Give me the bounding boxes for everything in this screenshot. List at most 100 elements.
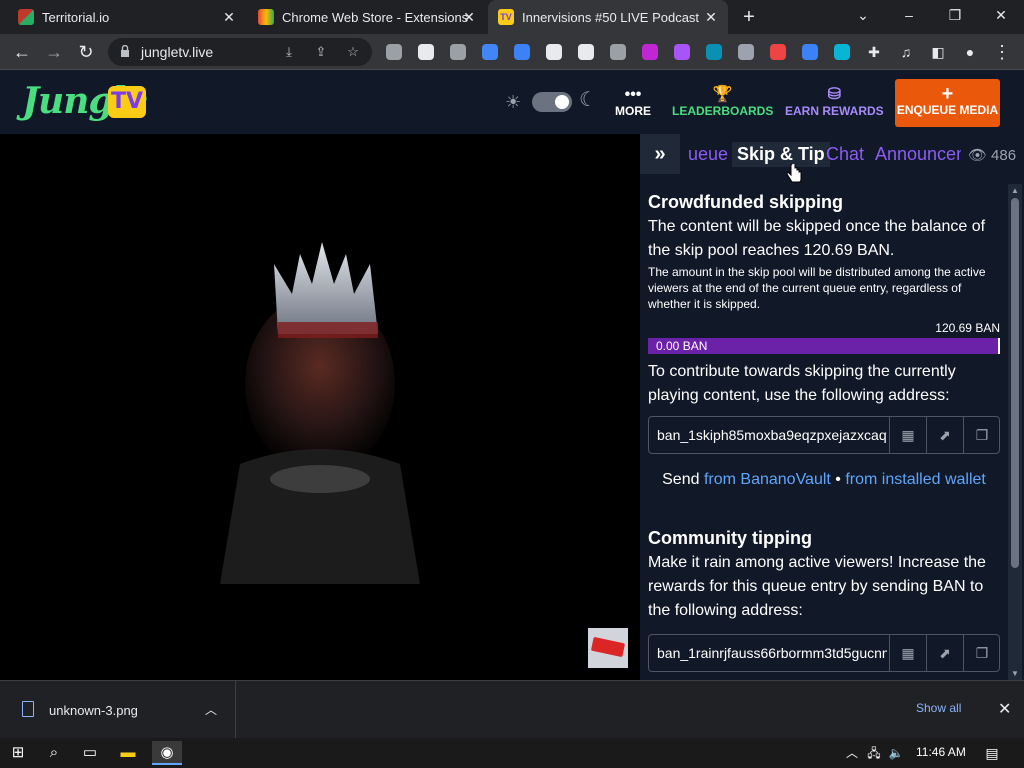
extension-icon[interactable]: [674, 44, 690, 60]
browser-toolbar: ← → ↻ jungletv.live ⤓ ⇪ ☆ ✚ ♫ ◧ ● ⋮: [0, 34, 1024, 70]
extension-icon[interactable]: [706, 44, 722, 60]
scroll-down-icon[interactable]: ▼: [1011, 669, 1019, 678]
skip-current-label: 0.00 BAN: [656, 339, 708, 353]
forward-arrow-icon[interactable]: →: [42, 40, 66, 64]
leaderboards-button[interactable]: 🏆 LEADERBOARDS: [672, 86, 773, 118]
extension-icon[interactable]: [514, 44, 530, 60]
toggle-knob: [555, 95, 569, 109]
open-external-icon[interactable]: ⬈: [926, 635, 963, 671]
extension-icon[interactable]: [578, 44, 594, 60]
skip-note: The amount in the skip pool will be dist…: [648, 265, 986, 311]
side-panel-icon[interactable]: ◧: [926, 40, 950, 64]
tab-innervisions[interactable]: TV Innervisions #50 LIVE Podcast - D ✕: [488, 0, 728, 34]
windows-start-icon[interactable]: ⊞: [6, 741, 30, 765]
restore-button[interactable]: ❐: [932, 0, 978, 30]
territorial-favicon-icon: [18, 9, 34, 25]
extension-icon[interactable]: [482, 44, 498, 60]
show-all-button[interactable]: Show all: [916, 701, 961, 715]
close-tab-icon[interactable]: ✕: [460, 8, 478, 26]
address-bar[interactable]: jungletv.live ⤓ ⇪ ☆: [108, 38, 372, 66]
download-file-name: unknown-3.png: [49, 703, 138, 718]
chrome-taskbar-icon[interactable]: ◉: [152, 741, 182, 765]
extension-icon[interactable]: [546, 44, 562, 60]
sun-icon: ☀: [505, 92, 522, 112]
share-icon[interactable]: ⇪: [312, 43, 330, 61]
trophy-icon: 🏆: [712, 86, 733, 103]
media-control-icon[interactable]: ♫: [894, 40, 918, 64]
skip-address-field[interactable]: ban_1skiph85moxba9eqzpxejazxcaqfe: [657, 427, 887, 443]
install-app-icon[interactable]: ⤓: [280, 43, 298, 61]
jungletv-favicon-icon: TV: [498, 9, 514, 25]
crown-band: [278, 322, 378, 338]
panel-scrollbar[interactable]: ▲ ▼: [1008, 184, 1022, 680]
copy-icon[interactable]: ❐: [963, 417, 1000, 453]
video-player[interactable]: [0, 134, 640, 680]
scrollbar-thumb[interactable]: [1011, 198, 1019, 568]
tab-queue[interactable]: ueue: [688, 144, 728, 165]
volume-icon[interactable]: 🔈: [884, 741, 908, 765]
necklace-shape: [270, 465, 370, 493]
download-item[interactable]: unknown-3.png ︿: [0, 681, 236, 739]
tipping-address-row: ban_1rainrjfauss66rbormm3td5gucnm ▦ ⬈ ❐: [648, 634, 1000, 672]
leaderboards-label: LEADERBOARDS: [672, 104, 774, 118]
bananovault-link[interactable]: from BananoVault: [704, 471, 831, 488]
tab-chrome-web-store[interactable]: Chrome Web Store - Extensions ✕: [248, 0, 486, 34]
minimize-button[interactable]: –: [886, 0, 932, 30]
more-button[interactable]: ••• MORE: [615, 86, 651, 118]
extension-icon[interactable]: [450, 44, 466, 60]
tab-territorial[interactable]: Territorial.io ✕: [8, 0, 246, 34]
close-window-button[interactable]: ✕: [978, 0, 1024, 30]
send-options: Send from BananoVault • from installed w…: [640, 471, 1008, 489]
search-icon[interactable]: ⌕: [42, 741, 66, 765]
network-icon[interactable]: 🖧: [862, 741, 886, 765]
tab-skip-tip[interactable]: Skip & Tip: [732, 142, 830, 167]
extension-icon[interactable]: [642, 44, 658, 60]
extension-icon[interactable]: [610, 44, 626, 60]
logo-tv-badge[interactable]: TV: [108, 86, 146, 118]
collapse-panel-icon[interactable]: »: [640, 134, 680, 174]
tab-search-icon[interactable]: ⌄: [840, 0, 886, 30]
skip-description: The content will be skipped once the bal…: [648, 218, 986, 259]
extension-icon[interactable]: [418, 44, 434, 60]
tab-chat[interactable]: Chat: [826, 144, 864, 165]
extension-icon[interactable]: [738, 44, 754, 60]
send-prefix: Send: [662, 471, 700, 488]
close-downloads-icon[interactable]: ✕: [998, 699, 1011, 719]
reload-icon[interactable]: ↻: [74, 40, 98, 64]
new-tab-button[interactable]: +: [738, 6, 760, 28]
skip-address-row: ban_1skiph85moxba9eqzpxejazxcaqfe ▦ ⬈ ❐: [648, 416, 1000, 454]
puzzle-extensions-icon[interactable]: ✚: [862, 40, 886, 64]
close-tab-icon[interactable]: ✕: [702, 8, 720, 26]
skip-title: Crowdfunded skipping: [648, 192, 843, 212]
file-explorer-icon[interactable]: ▬: [116, 741, 140, 765]
tray-chevron-up-icon[interactable]: ︿: [840, 741, 864, 765]
notifications-icon[interactable]: ▤: [980, 741, 1004, 765]
enqueue-media-button[interactable]: + ENQUEUE MEDIA: [895, 79, 1000, 127]
installed-wallet-link[interactable]: from installed wallet: [845, 471, 986, 488]
youtube-logo-icon[interactable]: [588, 628, 628, 668]
extension-icon[interactable]: [834, 44, 850, 60]
scroll-up-icon[interactable]: ▲: [1011, 186, 1019, 195]
task-view-icon[interactable]: ▭: [78, 741, 102, 765]
back-arrow-icon[interactable]: ←: [10, 40, 34, 64]
extension-icon[interactable]: [386, 44, 402, 60]
menu-kebab-icon[interactable]: ⋮: [990, 40, 1014, 64]
bookmark-star-icon[interactable]: ☆: [344, 43, 362, 61]
tab-announcements[interactable]: Announcem: [875, 144, 961, 165]
extension-icon[interactable]: [770, 44, 786, 60]
dark-mode-toggle[interactable]: [532, 92, 572, 112]
profile-icon[interactable]: ●: [958, 40, 982, 64]
qr-code-icon[interactable]: ▦: [889, 417, 926, 453]
tipping-address-field[interactable]: ban_1rainrjfauss66rbormm3td5gucnm: [657, 645, 887, 661]
web-store-favicon-icon: [258, 9, 274, 25]
skip-progress-bar: 0.00 BAN: [648, 338, 1000, 354]
copy-icon[interactable]: ❐: [963, 635, 1000, 671]
open-external-icon[interactable]: ⬈: [926, 417, 963, 453]
chevron-up-icon[interactable]: ︿: [205, 701, 217, 718]
earn-rewards-button[interactable]: ⛁ EARN REWARDS: [785, 86, 884, 118]
qr-code-icon[interactable]: ▦: [889, 635, 926, 671]
clock[interactable]: 11:46 AM: [916, 745, 966, 759]
extension-icon[interactable]: [802, 44, 818, 60]
close-tab-icon[interactable]: ✕: [220, 8, 238, 26]
downloads-bar: unknown-3.png ︿ Show all ✕: [0, 680, 1024, 739]
